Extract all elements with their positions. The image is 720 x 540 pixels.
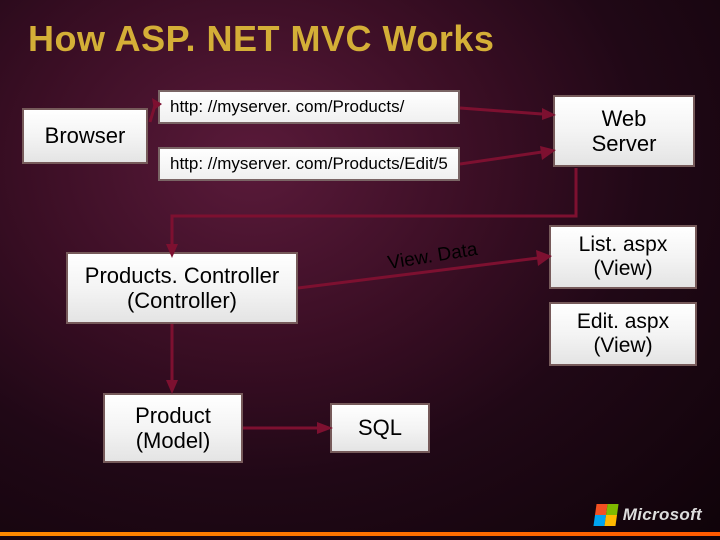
logo-microsoft: Microsoft xyxy=(595,504,702,526)
box-sql: SQL xyxy=(330,403,430,453)
arrow-url-edit-to-server xyxy=(460,144,556,174)
url-edit: http: //myserver. com/Products/Edit/5 xyxy=(158,147,460,181)
box-view-edit: Edit. aspx(View) xyxy=(549,302,697,366)
footer-accent-bar xyxy=(0,532,720,536)
arrow-model-to-sql xyxy=(243,420,333,436)
box-web-server: WebServer xyxy=(553,95,695,167)
box-model: Product(Model) xyxy=(103,393,243,463)
box-browser: Browser xyxy=(22,108,148,164)
url-request: http: //myserver. com/Products/ xyxy=(158,90,460,124)
slide-title: How ASP. NET MVC Works xyxy=(28,18,494,60)
microsoft-flag-icon xyxy=(593,504,618,526)
box-controller: Products. Controller(Controller) xyxy=(66,252,298,324)
logo-text: Microsoft xyxy=(623,505,702,525)
box-view-list: List. aspx(View) xyxy=(549,225,697,289)
arrow-controller-to-model xyxy=(165,324,179,396)
label-viewdata: View. Data xyxy=(386,239,479,275)
arrow-url-to-server xyxy=(460,100,556,120)
